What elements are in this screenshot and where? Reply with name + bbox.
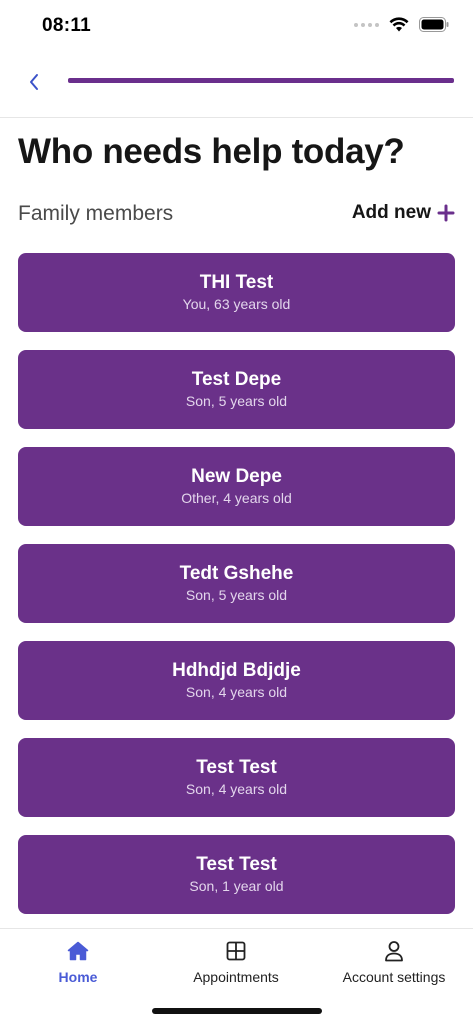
member-name: THI Test bbox=[199, 271, 274, 293]
member-name: Hdhdjd Bdjdje bbox=[172, 659, 301, 681]
page-title: Who needs help today? bbox=[18, 132, 405, 171]
home-icon bbox=[66, 939, 90, 963]
member-name: Test Depe bbox=[191, 368, 282, 390]
grid-icon bbox=[224, 939, 248, 963]
member-name: Test Test bbox=[196, 853, 277, 875]
status-bar: 08:11 bbox=[0, 0, 473, 52]
member-description: Son, 4 years old bbox=[185, 683, 288, 700]
member-description: You, 63 years old bbox=[182, 295, 291, 312]
member-name: New Depe bbox=[191, 465, 282, 487]
add-new-label: Add new bbox=[351, 202, 431, 223]
family-member-card[interactable]: Test Depe Son, 5 years old bbox=[18, 350, 455, 429]
progress-bar bbox=[68, 78, 454, 83]
tab-appointments[interactable]: Appointments bbox=[186, 939, 286, 985]
member-description: Son, 5 years old bbox=[185, 392, 288, 409]
member-description: Son, 1 year old bbox=[189, 877, 284, 894]
cellular-signal-icon bbox=[354, 22, 379, 27]
family-member-card[interactable]: Hdhdjd Bdjdje Son, 4 years old bbox=[18, 641, 455, 720]
status-icons bbox=[354, 17, 449, 32]
member-description: Son, 5 years old bbox=[185, 586, 288, 603]
status-time: 08:11 bbox=[42, 15, 92, 36]
member-name: Test Test bbox=[196, 756, 277, 778]
family-members-header: Family members Add new bbox=[18, 200, 455, 230]
add-new-button[interactable]: Add new bbox=[352, 202, 455, 224]
member-description: Son, 4 years old bbox=[185, 780, 288, 797]
screen: 08:11 Who needs help today? Family membe… bbox=[0, 0, 473, 1024]
tab-label: Account settings bbox=[342, 969, 446, 985]
section-label: Family members bbox=[18, 202, 174, 225]
tab-home[interactable]: Home bbox=[48, 939, 108, 985]
member-description: Other, 4 years old bbox=[181, 489, 292, 506]
home-indicator bbox=[152, 1008, 322, 1014]
family-members-list: THI Test You, 63 years old Test Depe Son… bbox=[18, 253, 455, 932]
family-member-card[interactable]: Tedt Gshehe Son, 5 years old bbox=[18, 544, 455, 623]
chevron-left-icon bbox=[30, 74, 38, 90]
back-button[interactable] bbox=[20, 68, 48, 96]
battery-icon bbox=[419, 17, 449, 32]
progress-fill bbox=[68, 78, 454, 83]
plus-icon bbox=[437, 204, 455, 222]
family-member-card[interactable]: Test Test Son, 4 years old bbox=[18, 738, 455, 817]
tab-account-settings[interactable]: Account settings bbox=[338, 939, 450, 985]
family-member-card[interactable]: New Depe Other, 4 years old bbox=[18, 447, 455, 526]
member-name: Tedt Gshehe bbox=[179, 562, 294, 584]
nav-bar bbox=[0, 52, 473, 118]
family-member-card[interactable]: THI Test You, 63 years old bbox=[18, 253, 455, 332]
user-icon bbox=[382, 939, 406, 963]
family-member-card[interactable]: Test Test Son, 1 year old bbox=[18, 835, 455, 914]
wifi-icon bbox=[389, 17, 409, 32]
tab-label: Home bbox=[58, 969, 98, 985]
tab-label: Appointments bbox=[193, 969, 279, 985]
